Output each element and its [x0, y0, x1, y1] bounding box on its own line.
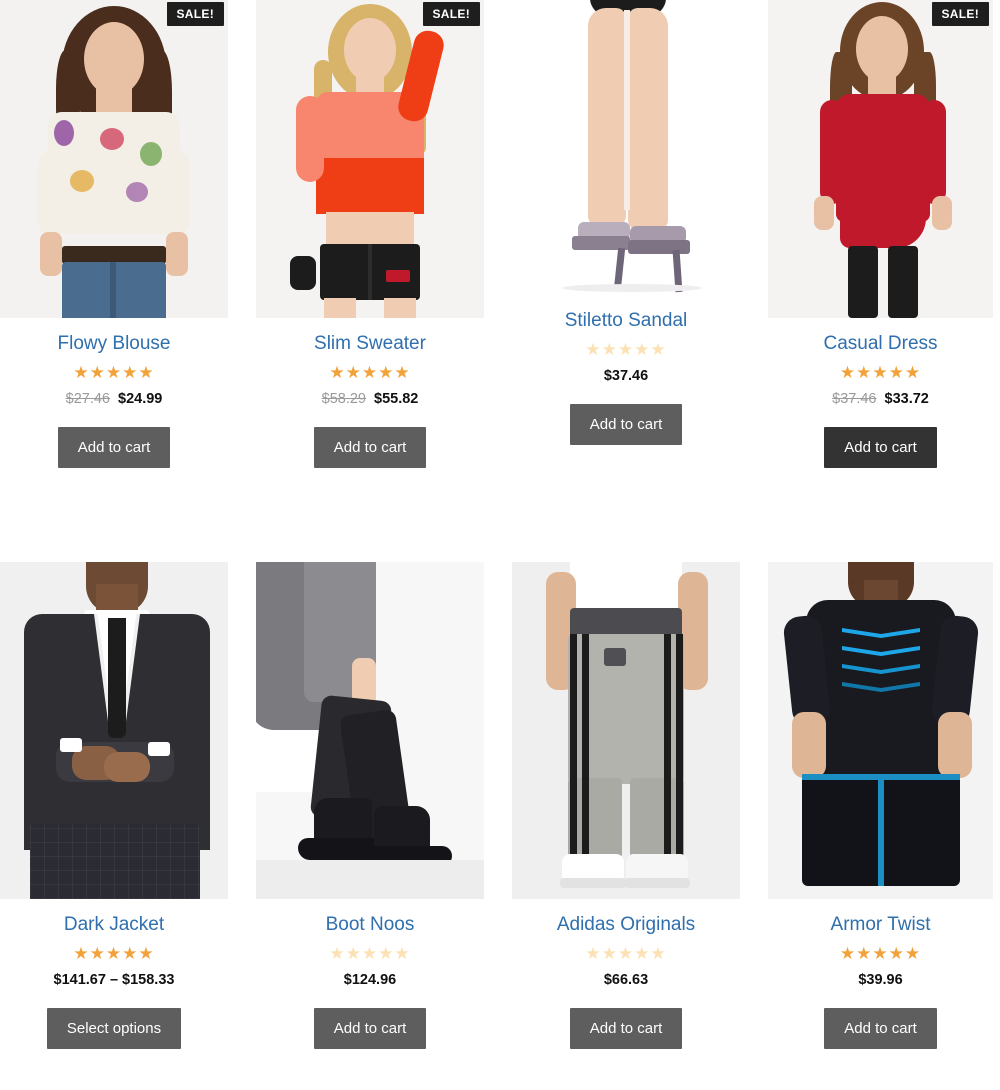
product-info: Stiletto Sandal ★★★★★ $37.46 Add to cart	[512, 295, 740, 445]
add-to-cart-button[interactable]: Add to cart	[824, 1007, 937, 1049]
current-price: $39.96	[858, 971, 903, 988]
product-thumbnail[interactable]: SALE!	[0, 0, 228, 318]
sale-badge: SALE!	[422, 2, 480, 26]
product-thumbnail[interactable]	[256, 562, 484, 899]
product-title-link[interactable]: Adidas Originals	[512, 913, 740, 937]
product-price: $27.46 $24.99	[0, 390, 228, 409]
product-card-stiletto-sandal[interactable]: Stiletto Sandal ★★★★★ $37.46 Add to cart	[512, 0, 740, 540]
product-price: $141.67 – $158.33	[0, 971, 228, 990]
product-card-flowy-blouse[interactable]: SALE! Flowy Blouse ★★★★★ $27.46 $24.99 A…	[0, 0, 228, 540]
rating-stars: ★★★★★	[839, 362, 922, 382]
product-price: $37.46	[512, 367, 740, 386]
current-price: $37.46	[603, 367, 649, 384]
sale-badge: SALE!	[931, 2, 989, 26]
product-thumbnail[interactable]	[0, 562, 228, 899]
current-price: $141.67 – $158.33	[53, 971, 175, 988]
product-price: $66.63	[512, 971, 740, 990]
product-title-link[interactable]: Boot Noos	[256, 913, 484, 937]
old-price: $37.46	[832, 390, 877, 407]
product-image	[0, 0, 228, 318]
product-image	[768, 0, 993, 318]
product-image	[768, 562, 993, 899]
add-to-cart-button[interactable]: Add to cart	[824, 426, 937, 468]
product-info: Armor Twist ★★★★★ $39.96 Add to cart	[768, 899, 993, 1049]
product-card-casual-dress[interactable]: SALE! Casual Dress ★★★★★ $37.46 $33.72 A…	[768, 0, 993, 540]
product-image	[512, 0, 740, 295]
product-info: Slim Sweater ★★★★★ $58.29 $55.82 Add to c…	[256, 318, 484, 468]
product-image	[512, 562, 740, 899]
product-card-slim-sweater[interactable]: SALE! Slim Sweater ★★★★★ $58.29 $55.82 A…	[256, 0, 484, 540]
product-thumbnail[interactable]	[512, 0, 740, 295]
product-title-link[interactable]: Slim Sweater	[256, 332, 484, 356]
product-grid: SALE! Flowy Blouse ★★★★★ $27.46 $24.99 A…	[0, 0, 1000, 1090]
add-to-cart-button[interactable]: Add to cart	[313, 426, 427, 468]
product-title-link[interactable]: Dark Jacket	[0, 913, 228, 937]
product-row-2: Dark Jacket ★★★★★ $141.67 – $158.33 Sele…	[0, 562, 1000, 1090]
add-to-cart-button[interactable]: Add to cart	[313, 1007, 427, 1049]
add-to-cart-button[interactable]: Add to cart	[569, 1007, 683, 1049]
product-info: Boot Noos ★★★★★ $124.96 Add to cart	[256, 899, 484, 1049]
current-price: $24.99	[118, 390, 163, 407]
current-price: $66.63	[603, 971, 649, 988]
product-price: $58.29 $55.82	[256, 390, 484, 409]
product-info: Adidas Originals ★★★★★ $66.63 Add to car…	[512, 899, 740, 1049]
product-image	[0, 562, 228, 899]
product-info: Casual Dress ★★★★★ $37.46 $33.72 Add to c…	[768, 318, 993, 468]
product-price: $124.96	[256, 971, 484, 990]
product-thumbnail[interactable]	[512, 562, 740, 899]
product-image	[256, 562, 484, 899]
product-price: $37.46 $33.72	[768, 390, 993, 409]
add-to-cart-button[interactable]: Add to cart	[57, 426, 171, 468]
rating-stars: ★★★★★	[585, 943, 667, 963]
product-image	[256, 0, 484, 318]
product-title-link[interactable]: Casual Dress	[768, 332, 993, 356]
product-card-boot-noos[interactable]: Boot Noos ★★★★★ $124.96 Add to cart	[256, 562, 484, 1090]
product-card-dark-jacket[interactable]: Dark Jacket ★★★★★ $141.67 – $158.33 Sele…	[0, 562, 228, 1090]
rating-stars: ★★★★★	[329, 362, 411, 382]
current-price: $55.82	[374, 390, 419, 407]
product-card-adidas-originals[interactable]: Adidas Originals ★★★★★ $66.63 Add to car…	[512, 562, 740, 1090]
product-info: Flowy Blouse ★★★★★ $27.46 $24.99 Add to c…	[0, 318, 228, 468]
product-price: $39.96	[768, 971, 993, 990]
product-row-1: SALE! Flowy Blouse ★★★★★ $27.46 $24.99 A…	[0, 0, 1000, 540]
product-thumbnail[interactable]	[768, 562, 993, 899]
rating-stars: ★★★★★	[585, 339, 667, 359]
product-title-link[interactable]: Flowy Blouse	[0, 332, 228, 356]
current-price: $33.72	[884, 390, 929, 407]
product-title-link[interactable]: Armor Twist	[768, 913, 993, 937]
product-thumbnail[interactable]: SALE!	[768, 0, 993, 318]
current-price: $124.96	[343, 971, 397, 988]
product-info: Dark Jacket ★★★★★ $141.67 – $158.33 Sele…	[0, 899, 228, 1049]
rating-stars: ★★★★★	[329, 943, 411, 963]
old-price: $58.29	[321, 390, 366, 407]
sale-badge: SALE!	[166, 2, 224, 26]
rating-stars: ★★★★★	[73, 362, 155, 382]
rating-stars: ★★★★★	[73, 943, 155, 963]
product-card-armor-twist[interactable]: Armor Twist ★★★★★ $39.96 Add to cart	[768, 562, 993, 1090]
add-to-cart-button[interactable]: Add to cart	[569, 403, 683, 445]
select-options-button[interactable]: Select options	[46, 1007, 182, 1049]
product-thumbnail[interactable]: SALE!	[256, 0, 484, 318]
product-title-link[interactable]: Stiletto Sandal	[512, 309, 740, 333]
old-price: $27.46	[65, 390, 110, 407]
rating-stars: ★★★★★	[839, 943, 922, 963]
